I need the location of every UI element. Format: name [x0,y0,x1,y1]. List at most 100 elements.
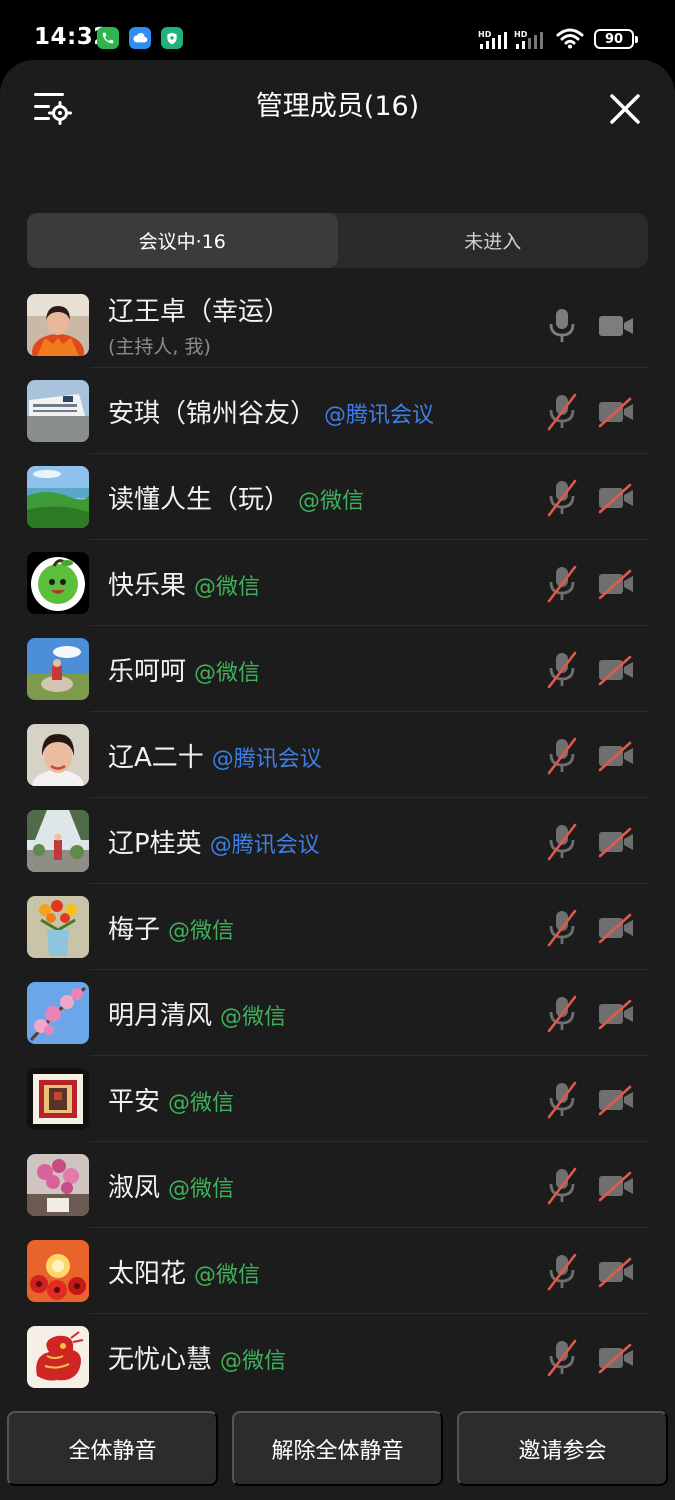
camera-icon [599,316,633,336]
member-name: 辽P桂英 [108,828,202,859]
camera-off-icon [598,1085,633,1116]
camera-button[interactable] [597,998,635,1030]
camera-off-icon [598,397,633,428]
tab-in-meeting[interactable]: 会议中·16 [27,213,338,268]
mic-muted-icon [547,479,577,517]
mic-muted-icon [547,1081,577,1119]
mic-button[interactable] [544,1252,580,1292]
camera-off-icon [598,913,633,944]
member-source-tag: @微信 [194,660,261,686]
member-name: 安琪（锦州谷友） [108,398,317,429]
member-row[interactable]: 平安 @微信 [0,1056,675,1142]
mic-muted-icon [547,1253,577,1291]
close-icon [610,94,640,124]
camera-button[interactable] [597,654,635,686]
page-title: 管理成员(16) [255,91,420,122]
camera-off-icon [598,999,633,1030]
member-name: 读懂人生（玩） [108,484,291,515]
camera-button[interactable] [597,310,635,342]
member-name: 太阳花 [108,1258,187,1289]
avatar [27,294,89,356]
member-source-tag: @微信 [168,918,235,944]
mic-button[interactable] [544,1338,580,1378]
member-source-tag: @微信 [298,488,365,514]
manage-members-sheet: 管理成员(16) 会议中·16 未进入 辽王卓（幸运） (主持人, 我) 安琪（… [0,60,675,1500]
mute-all-button[interactable]: 全体静音 [7,1411,218,1486]
camera-button[interactable] [597,568,635,600]
close-button[interactable] [606,90,644,128]
member-row[interactable]: 明月清风 @微信 [0,970,675,1056]
avatar [27,1068,89,1130]
member-source-tag: @微信 [168,1090,235,1116]
avatar [27,810,89,872]
member-source-tag: @微信 [168,1176,235,1202]
member-row[interactable]: 安琪（锦州谷友） @腾讯会议 [0,368,675,454]
camera-off-icon [598,655,633,686]
svg-text:HD: HD [514,30,528,39]
member-name: 无忧心慧 [108,1344,213,1375]
member-row[interactable]: 快乐果 @微信 [0,540,675,626]
mic-button[interactable] [544,478,580,518]
member-row[interactable]: 辽P桂英 @腾讯会议 [0,798,675,884]
mic-button[interactable] [544,1080,580,1120]
microphone-icon [549,309,575,342]
member-row[interactable]: 乐呵呵 @微信 [0,626,675,712]
invite-button[interactable]: 邀请参会 [457,1411,668,1486]
camera-off-icon [598,741,633,772]
mic-button[interactable] [544,306,580,346]
member-row[interactable]: 辽王卓（幸运） (主持人, 我) [0,282,675,368]
avatar [27,724,89,786]
mic-button[interactable] [544,994,580,1034]
camera-button[interactable] [597,826,635,858]
mic-button[interactable] [544,392,580,432]
mic-muted-icon [547,651,577,689]
avatar [27,1326,89,1388]
mic-button[interactable] [544,650,580,690]
avatar [27,1154,89,1216]
member-row[interactable]: 淑凤 @微信 [0,1142,675,1228]
mic-button[interactable] [544,822,580,862]
mic-muted-icon [547,1339,577,1377]
bottom-action-bar: 全体静音 解除全体静音 邀请参会 [0,1396,675,1500]
camera-off-icon [598,827,633,858]
camera-button[interactable] [597,482,635,514]
member-row[interactable]: 太阳花 @微信 [0,1228,675,1314]
camera-off-icon [598,1171,633,1202]
mic-button[interactable] [544,564,580,604]
member-list: 辽王卓（幸运） (主持人, 我) 安琪（锦州谷友） @腾讯会议 读懂人生（玩） … [0,282,675,1400]
member-source-tag: @腾讯会议 [211,746,322,772]
avatar [27,466,89,528]
mic-muted-icon [547,1167,577,1205]
camera-button[interactable] [597,1342,635,1374]
wifi-icon [556,28,584,49]
camera-button[interactable] [597,1084,635,1116]
mic-muted-icon [547,565,577,603]
phone-icon [97,27,119,49]
shield-icon [161,27,183,49]
unmute-all-button[interactable]: 解除全体静音 [232,1411,443,1486]
camera-button[interactable] [597,396,635,428]
member-name: 梅子 [108,914,161,945]
mic-muted-icon [547,909,577,947]
avatar [27,982,89,1044]
member-row[interactable]: 辽A二十 @腾讯会议 [0,712,675,798]
camera-off-icon [598,1343,633,1374]
mic-button[interactable] [544,1166,580,1206]
member-role: (主持人, 我) [108,336,211,358]
camera-button[interactable] [597,1170,635,1202]
avatar [27,552,89,614]
tab-not-joined[interactable]: 未进入 [338,213,649,268]
member-source-tag: @腾讯会议 [209,832,320,858]
avatar [27,380,89,442]
mic-button[interactable] [544,908,580,948]
camera-off-icon [598,1257,633,1288]
svg-text:HD: HD [478,30,492,39]
member-row[interactable]: 读懂人生（玩） @微信 [0,454,675,540]
camera-button[interactable] [597,912,635,944]
camera-button[interactable] [597,740,635,772]
camera-button[interactable] [597,1256,635,1288]
member-row[interactable]: 梅子 @微信 [0,884,675,970]
member-source-tag: @微信 [220,1348,287,1374]
mic-button[interactable] [544,736,580,776]
member-row[interactable]: 无忧心慧 @微信 [0,1314,675,1400]
